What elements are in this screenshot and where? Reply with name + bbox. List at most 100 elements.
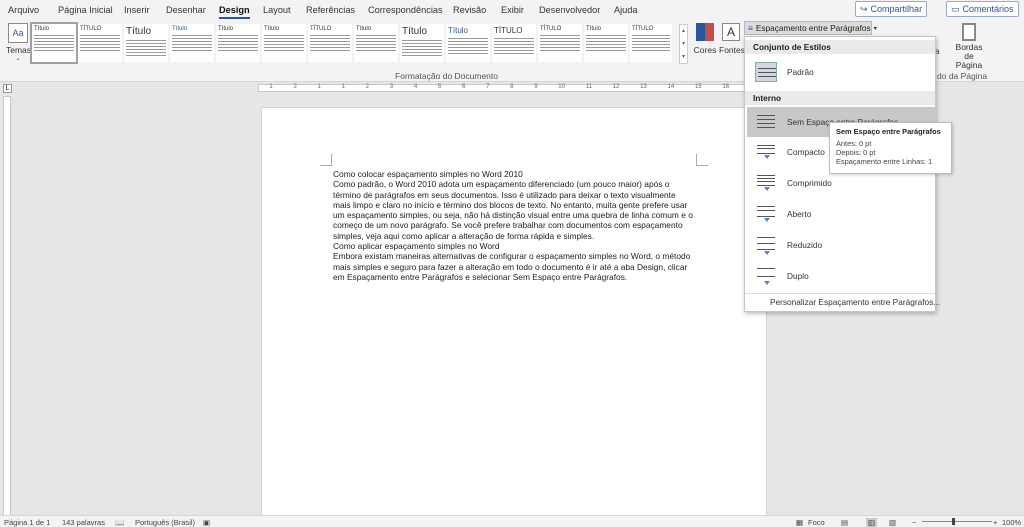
zoom-level[interactable]: 100%: [1002, 518, 1021, 527]
fonts-button[interactable]: A Fontes: [719, 23, 745, 55]
ruler-number: 11: [585, 84, 592, 90]
ruler-number: 15: [694, 84, 702, 90]
style-thumb[interactable]: TÍTULO: [538, 24, 582, 62]
menu-section-builtin: Interno: [745, 91, 935, 105]
style-thumb[interactable]: Título: [354, 24, 398, 62]
tooltip-line-spacing: Espaçamento entre Linhas: 1: [836, 157, 933, 166]
style-thumb[interactable]: Título: [584, 24, 628, 62]
tab-ajuda[interactable]: Ajuda: [614, 5, 638, 15]
menu-section-style-set: Conjunto de Estilos: [745, 40, 935, 54]
ruler-corner[interactable]: L: [3, 84, 12, 93]
comments-label: Comentários: [962, 4, 1014, 14]
chevron-down-icon: ⌄: [15, 56, 21, 62]
chevron-down-icon: ▾: [873, 25, 877, 32]
horizontal-ruler[interactable]: 1211234567891011121314151618: [258, 84, 768, 92]
tab-layout[interactable]: Layout: [263, 5, 291, 15]
tooltip-before: Antes: 0 pt: [836, 139, 872, 148]
paragraph-spacing-menu: Conjunto de Estilos Padrão Interno Sem E…: [744, 36, 940, 312]
style-thumb[interactable]: Título: [30, 22, 78, 64]
tight-spacing-icon: [755, 173, 777, 193]
tab-arquivo[interactable]: Arquivo: [8, 5, 39, 15]
ruler-number: 10: [558, 84, 565, 90]
style-thumb[interactable]: Título: [400, 24, 444, 62]
vertical-ruler[interactable]: [3, 96, 11, 516]
tab-desenhar[interactable]: Desenhar: [166, 5, 206, 15]
style-thumb[interactable]: TÍTULO: [308, 24, 352, 62]
menu-item-label: Comprimido: [787, 178, 832, 188]
web-layout-icon[interactable]: ▧: [889, 518, 896, 527]
focus-label[interactable]: Foco: [808, 518, 825, 527]
zoom-slider[interactable]: [922, 521, 992, 522]
no-spacing-icon: [755, 112, 777, 132]
menu-item-label: Reduzido: [787, 240, 823, 250]
style-thumb[interactable]: TÍTULO: [492, 24, 536, 62]
style-thumb[interactable]: Título: [262, 24, 306, 62]
menu-item-default[interactable]: Padrão: [747, 57, 935, 87]
focus-icon[interactable]: ▦: [796, 518, 803, 527]
themes-icon: Aa: [8, 23, 28, 43]
colors-icon: [696, 23, 714, 41]
menu-item-double[interactable]: Duplo: [747, 261, 935, 291]
document-body[interactable]: Como colocar espaçamento simples no Word…: [333, 169, 693, 282]
ruler-number: 1: [341, 84, 345, 90]
tab-exibir[interactable]: Exibir: [501, 5, 524, 15]
tab-inserir[interactable]: Inserir: [124, 5, 150, 15]
page-count[interactable]: Página 1 de 1: [4, 518, 50, 527]
comment-icon: ▭: [951, 3, 960, 14]
themes-button[interactable]: Aa Temas ⌄: [6, 23, 31, 62]
relaxed-spacing-icon: [755, 235, 777, 255]
tab-desenvolvedor[interactable]: Desenvolvedor: [539, 5, 600, 15]
zoom-out-icon[interactable]: −: [912, 518, 916, 527]
ruler-number: 3: [389, 84, 394, 90]
print-layout-icon[interactable]: ▥: [866, 518, 878, 527]
style-thumb[interactable]: Título: [446, 24, 490, 62]
style-gallery: Título TÍTULO Título Título Título Títul…: [30, 22, 672, 65]
group-label-page-bg: do da Página: [937, 71, 988, 81]
menu-item-relaxed[interactable]: Reduzido: [747, 230, 935, 260]
style-thumb[interactable]: Título: [216, 24, 260, 62]
accessibility-icon[interactable]: ▣: [203, 518, 210, 527]
open-spacing-icon: [755, 204, 777, 224]
tab-referencias[interactable]: Referências: [306, 5, 355, 15]
ruler-number: 1: [317, 84, 321, 90]
ruler-number: 2: [365, 84, 370, 90]
menu-divider: [745, 293, 935, 294]
double-spacing-icon: [755, 266, 777, 286]
share-icon: ↪: [860, 3, 868, 14]
read-mode-icon[interactable]: ▤: [841, 518, 848, 527]
comments-button[interactable]: ▭ Comentários: [946, 1, 1019, 17]
word-count[interactable]: 143 palavras: [62, 518, 105, 527]
page-borders-button[interactable]: Bordas de Página: [953, 23, 985, 70]
style-thumb[interactable]: TÍTULO: [78, 24, 122, 62]
colors-button[interactable]: Cores: [693, 23, 717, 55]
margin-corner: [320, 154, 332, 166]
document-paragraph: Embora existam maneiras alternativas de …: [333, 251, 691, 282]
menu-item-label: Aberto: [787, 209, 812, 219]
language-indicator[interactable]: Português (Brasil): [135, 518, 195, 527]
ruler-number: 9: [534, 84, 538, 90]
zoom-slider-thumb[interactable]: [952, 518, 955, 525]
ruler-number: 4: [413, 84, 418, 90]
ruler-number: 13: [640, 84, 647, 90]
tab-pagina-inicial[interactable]: Página Inicial: [58, 5, 113, 15]
status-bar: Página 1 de 1 143 palavras 📖 Português (…: [0, 515, 1024, 527]
tab-design[interactable]: Design: [219, 5, 250, 19]
style-thumb[interactable]: Título: [170, 24, 214, 62]
paragraph-spacing-button[interactable]: ≡ Espaçamento entre Parágrafos ▾: [744, 21, 877, 35]
gallery-scroll[interactable]: ▴ ▾ ▾: [679, 24, 688, 64]
style-thumb[interactable]: Título: [124, 24, 168, 62]
menu-item-open[interactable]: Aberto: [747, 199, 935, 229]
ruler-number: 14: [667, 84, 675, 90]
tab-correspondencias[interactable]: Correspondências: [368, 5, 443, 15]
menu-item-label: Compacto: [787, 147, 825, 157]
zoom-in-icon[interactable]: +: [993, 518, 997, 527]
tab-revisao[interactable]: Revisão: [453, 5, 486, 15]
ruler-number: 1: [269, 84, 273, 90]
ruler-number: 2: [293, 84, 297, 90]
tooltip-title: Sem Espaço entre Parágrafos: [836, 127, 941, 136]
document-title-line: Como colocar espaçamento simples no Word…: [333, 169, 523, 179]
style-thumb[interactable]: TÍTULO: [630, 24, 672, 62]
proofing-icon[interactable]: 📖: [115, 518, 124, 527]
custom-spacing-link[interactable]: Personalizar Espaçamento entre Parágrafo…: [770, 297, 940, 307]
share-button[interactable]: ↪ Compartilhar: [855, 1, 928, 17]
